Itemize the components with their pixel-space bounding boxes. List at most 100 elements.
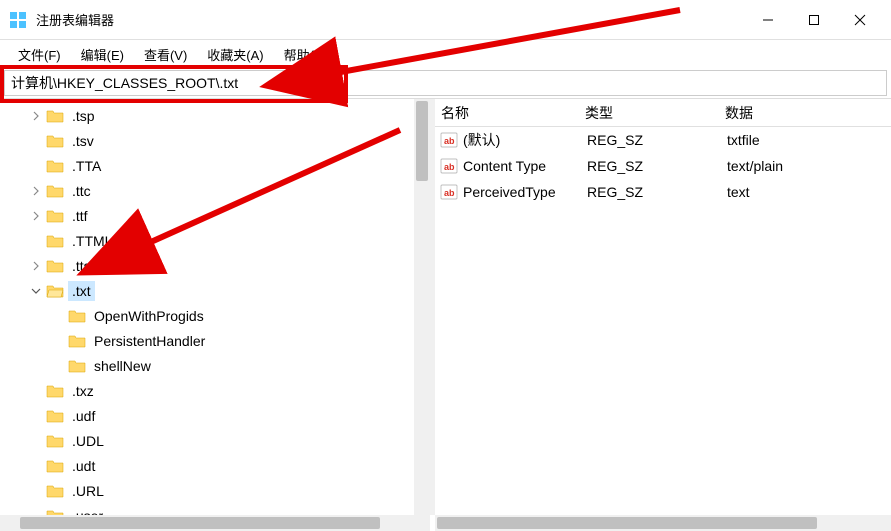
value-type: REG_SZ (587, 184, 727, 200)
maximize-button[interactable] (791, 0, 837, 40)
value-name: Content Type (463, 158, 587, 174)
folder-icon (46, 459, 64, 473)
tree-node[interactable]: .txz (28, 378, 430, 403)
close-button[interactable] (837, 0, 883, 40)
folder-icon (68, 309, 86, 323)
tree-node-label: .udf (68, 406, 99, 426)
value-row[interactable]: ab (默认)REG_SZtxtfile (435, 127, 891, 153)
folder-icon (46, 434, 64, 448)
minimize-button[interactable] (745, 0, 791, 40)
string-value-icon: ab (439, 131, 459, 149)
tree-scroll[interactable]: .tsp .tsv .TTA .ttc .ttf .TTML .tts .txt… (0, 99, 430, 515)
tree-node[interactable]: .TTML (28, 228, 430, 253)
folder-icon (46, 484, 64, 498)
tree-node[interactable]: .tsp (28, 103, 430, 128)
folder-icon (46, 159, 64, 173)
tree-node[interactable]: .udf (28, 403, 430, 428)
menubar: 文件(F) 编辑(E) 查看(V) 收藏夹(A) 帮助(H) (0, 40, 891, 68)
folder-icon (46, 234, 64, 248)
window-title: 注册表编辑器 (36, 10, 745, 29)
tree-node[interactable]: .tsv (28, 128, 430, 153)
folder-icon (46, 184, 64, 198)
value-row[interactable]: ab PerceivedTypeREG_SZtext (435, 179, 891, 205)
tree-node-label: .ttf (68, 206, 92, 226)
folder-icon (46, 259, 64, 273)
tree-node-label: .tts (68, 256, 95, 276)
menu-edit[interactable]: 编辑(E) (71, 41, 134, 68)
values-body: ab (默认)REG_SZtxtfile ab Content TypeREG_… (435, 127, 891, 205)
tree-node-label: .tsp (68, 106, 99, 126)
tree-node-label: .user (68, 506, 107, 516)
chevron-right-icon[interactable] (28, 111, 44, 121)
folder-icon (46, 409, 64, 423)
menu-file[interactable]: 文件(F) (8, 41, 71, 68)
tree-horizontal-scrollbar[interactable] (0, 515, 430, 531)
address-input[interactable] (4, 70, 887, 96)
tree-node-label: .txz (68, 381, 98, 401)
window-controls (745, 0, 883, 39)
scrollbar-thumb[interactable] (437, 517, 817, 529)
tree-node-label: shellNew (90, 356, 155, 376)
tree-panel: .tsp .tsv .TTA .ttc .ttf .TTML .tts .txt… (0, 99, 430, 515)
tree-node[interactable]: .udt (28, 453, 430, 478)
tree-node[interactable]: .TTA (28, 153, 430, 178)
svg-text:ab: ab (444, 188, 455, 198)
chevron-right-icon[interactable] (28, 261, 44, 271)
values-horizontal-scrollbar[interactable] (435, 515, 891, 531)
addressbar-container (0, 68, 891, 98)
titlebar: 注册表编辑器 (0, 0, 891, 40)
value-data: text/plain (727, 158, 891, 174)
tree-node-label: OpenWithProgids (90, 306, 208, 326)
svg-text:ab: ab (444, 136, 455, 146)
folder-icon (68, 359, 86, 373)
chevron-right-icon[interactable] (28, 186, 44, 196)
column-header-data[interactable]: 数据 (725, 103, 891, 123)
scrollbar-thumb[interactable] (416, 101, 428, 181)
column-header-name[interactable]: 名称 (435, 103, 585, 123)
app-icon (8, 10, 28, 30)
tree-vertical-scrollbar[interactable] (414, 99, 430, 515)
folder-icon (46, 284, 64, 298)
folder-icon (46, 134, 64, 148)
value-name: PerceivedType (463, 184, 587, 200)
value-type: REG_SZ (587, 158, 727, 174)
value-row[interactable]: ab Content TypeREG_SZtext/plain (435, 153, 891, 179)
menu-view[interactable]: 查看(V) (134, 41, 197, 68)
tree-node[interactable]: OpenWithProgids (28, 303, 430, 328)
tree-node[interactable]: .user (28, 503, 430, 515)
tree-node[interactable]: .UDL (28, 428, 430, 453)
chevron-right-icon[interactable] (28, 211, 44, 221)
tree-node-label: .tsv (68, 131, 98, 151)
values-header: 名称 类型 数据 (435, 99, 891, 127)
tree-node-label: .udt (68, 456, 99, 476)
tree-node-label: .ttc (68, 181, 95, 201)
folder-icon (46, 109, 64, 123)
tree-node-label: PersistentHandler (90, 331, 209, 351)
tree-node-label: .TTML (68, 231, 116, 251)
tree-node[interactable]: .txt (28, 278, 430, 303)
string-value-icon: ab (439, 157, 459, 175)
content-area: .tsp .tsv .TTA .ttc .ttf .TTML .tts .txt… (0, 98, 891, 515)
value-type: REG_SZ (587, 132, 727, 148)
tree-node[interactable]: .tts (28, 253, 430, 278)
tree-node-label: .UDL (68, 431, 108, 451)
tree-node-label: .URL (68, 481, 108, 501)
menu-help[interactable]: 帮助(H) (274, 41, 338, 68)
folder-icon (46, 209, 64, 223)
tree-node-label: .txt (68, 281, 95, 301)
menu-favorites[interactable]: 收藏夹(A) (197, 41, 273, 68)
value-data: txtfile (727, 132, 891, 148)
value-name: (默认) (463, 130, 587, 150)
scrollbar-thumb[interactable] (20, 517, 380, 529)
horizontal-scroll-area (0, 515, 891, 531)
tree-node[interactable]: .ttc (28, 178, 430, 203)
tree-node[interactable]: .ttf (28, 203, 430, 228)
chevron-down-icon[interactable] (28, 286, 44, 296)
tree-node-label: .TTA (68, 156, 105, 176)
tree-node[interactable]: shellNew (28, 353, 430, 378)
column-header-type[interactable]: 类型 (585, 103, 725, 123)
tree-node[interactable]: PersistentHandler (28, 328, 430, 353)
tree-node[interactable]: .URL (28, 478, 430, 503)
svg-text:ab: ab (444, 162, 455, 172)
string-value-icon: ab (439, 183, 459, 201)
